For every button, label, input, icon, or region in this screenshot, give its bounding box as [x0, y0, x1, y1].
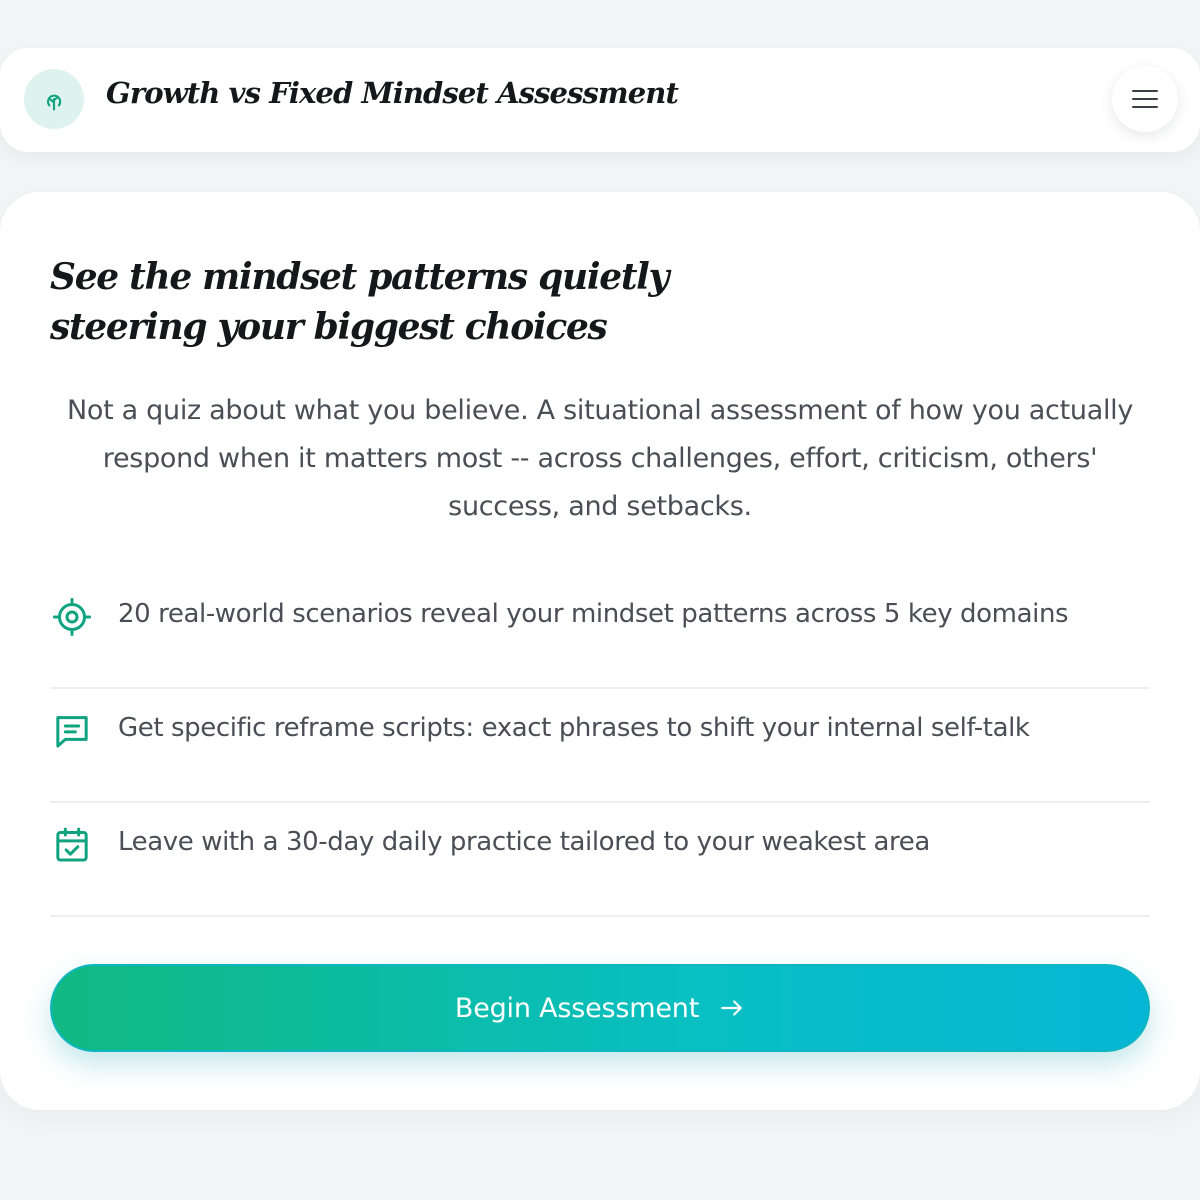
begin-assessment-button[interactable]: Begin Assessment: [50, 964, 1150, 1052]
calendar-check-icon: [56, 827, 88, 862]
feature-text: Leave with a 30-day daily practice tailo…: [118, 827, 930, 857]
page-headline: See the mindset patterns quietly steerin…: [50, 256, 669, 348]
feature-item: Get specific reframe scripts: exact phra…: [50, 689, 1150, 803]
arrow-right-icon: [721, 1000, 742, 1016]
app-header: Growth vs Fixed Mindset Assessment: [0, 48, 1200, 152]
feature-text: 20 real-world scenarios reveal your mind…: [118, 599, 1069, 629]
message-square-icon: [56, 716, 88, 748]
logo-badge: [24, 69, 84, 129]
hamburger-menu-icon: [1132, 90, 1158, 108]
intro-card: See the mindset patterns quietly steerin…: [0, 192, 1200, 1110]
feature-item: 20 real-world scenarios reveal your mind…: [50, 575, 1150, 689]
begin-assessment-label: Begin Assessment: [454, 992, 700, 1024]
feature-item: Leave with a 30-day daily practice tailo…: [50, 803, 1150, 917]
app-title: Growth vs Fixed Mindset Assessment: [106, 76, 679, 110]
intro-paragraph: Not a quiz about what you believe. A sit…: [66, 395, 1134, 522]
target-icon: [53, 598, 91, 636]
tree-icon: [47, 94, 62, 111]
feature-text: Get specific reframe scripts: exact phra…: [118, 713, 1030, 743]
menu-button[interactable]: [1112, 66, 1178, 132]
